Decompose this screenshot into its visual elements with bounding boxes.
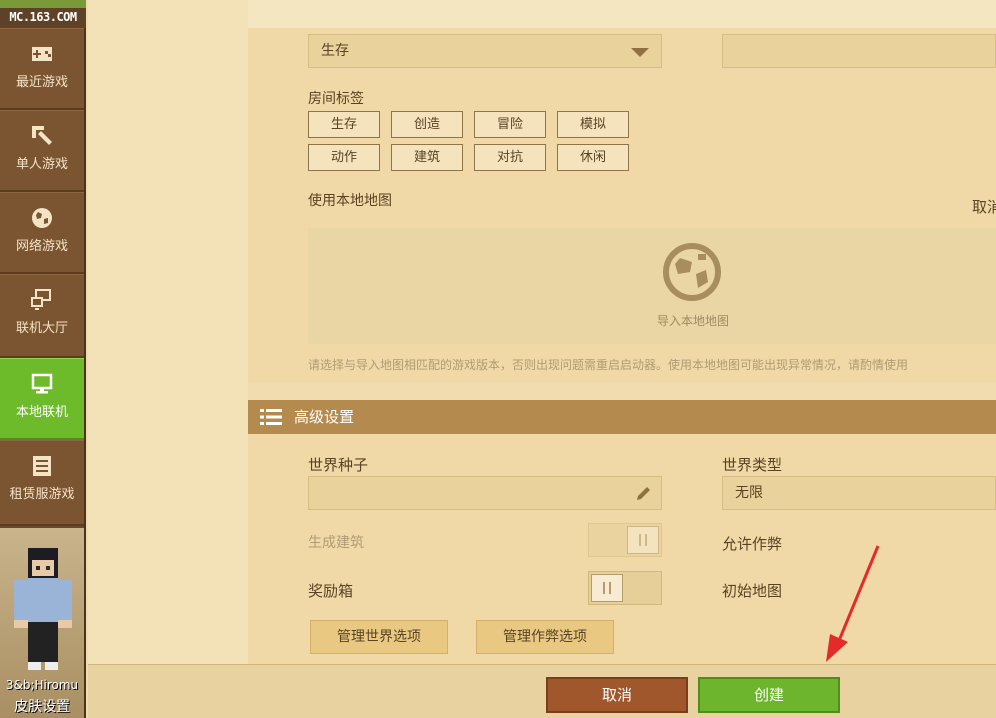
sidebar-item-label: 本地联机 — [15, 405, 68, 420]
advanced-settings-title: 高级设置 — [294, 408, 355, 426]
starting-map-label: 初始地图 — [722, 582, 783, 600]
sidebar-item-rental-server[interactable]: 租赁服游戏 — [0, 440, 84, 526]
sidebar-item-local-multiplayer[interactable]: 本地联机 — [0, 358, 84, 440]
sidebar-item-recent-games[interactable]: 最近游戏 — [0, 28, 84, 110]
main-left-gutter — [88, 0, 248, 664]
cancel-local-map-link[interactable]: 取消 — [972, 196, 996, 217]
game-mode-value: 生存 — [321, 43, 349, 59]
world-type-value: 无限 — [735, 485, 763, 501]
tag-building[interactable]: 建筑 — [391, 144, 463, 171]
world-type-dropdown[interactable]: 无限 — [722, 476, 996, 510]
globe-icon — [663, 243, 721, 301]
world-seed-label: 世界种子 — [308, 456, 369, 474]
toggle-knob — [627, 526, 659, 554]
sidebar-item-label: 租赁服游戏 — [9, 487, 75, 502]
create-button[interactable]: 创建 — [698, 677, 840, 713]
import-local-map-text: 导入本地地图 — [656, 314, 729, 328]
sidebar: MC.163.COM 最近游戏 单人游戏 网络游戏 联机大厅 本地联机 租赁服游… — [0, 0, 86, 718]
cancel-button[interactable]: 取消 — [546, 677, 688, 713]
tag-creative[interactable]: 创造 — [391, 111, 463, 138]
game-mode-dropdown[interactable]: 生存 — [308, 34, 662, 68]
advanced-settings-header[interactable]: 高级设置 — [248, 400, 996, 434]
site-logo: MC.163.COM — [0, 0, 86, 28]
pickaxe-icon — [32, 126, 52, 145]
bonus-chest-toggle[interactable] — [588, 571, 662, 605]
version-dropdown[interactable] — [722, 34, 996, 68]
allow-cheats-label: 允许作弊 — [722, 535, 783, 553]
server-list-icon — [33, 456, 51, 476]
tag-action[interactable]: 动作 — [308, 144, 380, 171]
bottom-action-bar — [88, 664, 996, 718]
toggle-knob — [591, 574, 623, 602]
use-local-map-label: 使用本地地图 — [308, 193, 392, 209]
world-seed-input[interactable] — [308, 476, 662, 510]
generate-buildings-toggle[interactable] — [588, 523, 662, 557]
pencil-icon — [637, 487, 650, 500]
skin-settings[interactable]: 3&b;Hiromu 皮肤设置 — [0, 528, 84, 718]
sidebar-item-label: 最近游戏 — [15, 75, 68, 90]
manage-world-options-button[interactable]: 管理世界选项 — [310, 620, 448, 654]
list-icon — [260, 409, 282, 425]
network-icon — [31, 289, 51, 310]
monitor-icon — [31, 373, 53, 394]
sidebar-item-lobby[interactable]: 联机大厅 — [0, 274, 84, 358]
globe-icon — [32, 208, 52, 228]
sidebar-item-single-player[interactable]: 单人游戏 — [0, 110, 84, 192]
manage-cheat-options-button[interactable]: 管理作弊选项 — [476, 620, 614, 654]
bonus-chest-label: 奖励箱 — [308, 582, 354, 600]
sidebar-item-online-games[interactable]: 网络游戏 — [0, 192, 84, 274]
tag-adventure[interactable]: 冒险 — [474, 111, 546, 138]
local-map-hint: 请选择与导入地图相匹配的游戏版本，否则出现问题需重启启动器。使用本地地图可能出现… — [308, 358, 909, 372]
chevron-down-icon — [631, 48, 649, 57]
room-tags-label: 房间标签 — [308, 91, 364, 107]
gamepad-icon — [32, 47, 52, 61]
avatar — [14, 548, 72, 670]
tag-casual[interactable]: 休闲 — [557, 144, 629, 171]
import-local-map-area[interactable]: 导入本地地图 — [308, 228, 996, 344]
sidebar-item-label: 联机大厅 — [15, 321, 68, 336]
sidebar-item-label: 单人游戏 — [15, 157, 68, 172]
tag-pvp[interactable]: 对抗 — [474, 144, 546, 171]
tag-survival[interactable]: 生存 — [308, 111, 380, 138]
sidebar-item-label: 网络游戏 — [15, 239, 68, 254]
player-name: 3&b;Hiromu — [5, 678, 79, 692]
skin-settings-label: 皮肤设置 — [14, 699, 70, 715]
annotation-arrow-icon — [826, 545, 880, 662]
world-type-label: 世界类型 — [722, 456, 783, 474]
tag-simulation[interactable]: 模拟 — [557, 111, 629, 138]
generate-buildings-label: 生成建筑 — [308, 535, 364, 551]
panel-top-strip — [248, 0, 996, 28]
